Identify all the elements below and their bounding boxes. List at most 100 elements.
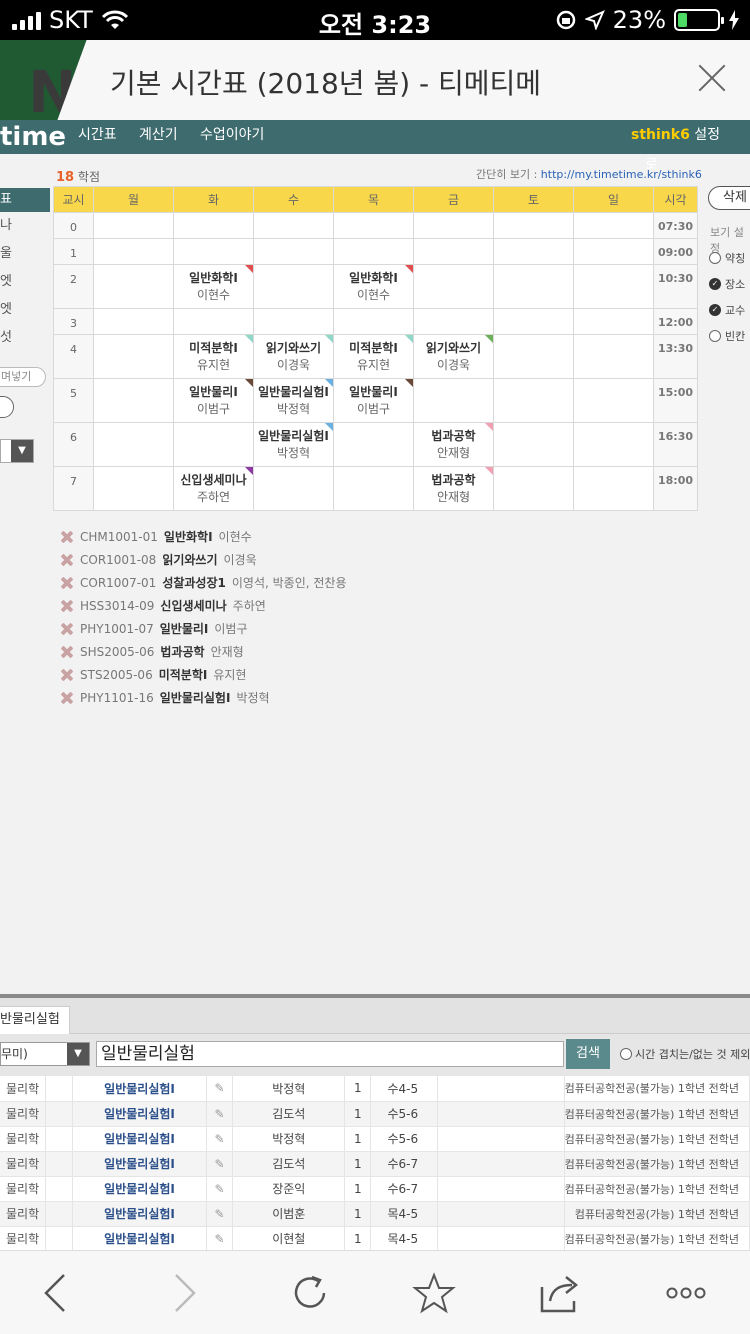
empty-slot[interactable] — [573, 334, 654, 379]
share-icon[interactable] — [538, 1271, 582, 1315]
empty-slot[interactable] — [493, 238, 574, 265]
empty-slot[interactable] — [413, 264, 494, 309]
exclude-overlap-option[interactable]: 시간 겹치는/없는 것 제외 — [620, 1046, 750, 1062]
bookmark-star-icon[interactable] — [412, 1271, 456, 1315]
paste-button[interactable]: 며넣기 — [0, 367, 46, 387]
table-row[interactable]: 물리학 일반물리실험I ✎ 김도석 1 수6-7 컴퓨터공학전공(불가능) 1학년 전학년 — [0, 1151, 750, 1177]
empty-slot[interactable] — [493, 422, 574, 467]
sidebar-item[interactable]: 엣 — [0, 296, 50, 324]
sidebar-item[interactable]: 나 — [0, 212, 50, 240]
category-select[interactable]: 무미) ▼ — [0, 1042, 90, 1066]
pencil-icon[interactable]: ✎ — [206, 1226, 234, 1252]
table-row[interactable]: 물리학 일반물리실험I ✎ 김도석 1 수5-6 컴퓨터공학전공(불가능) 1학년 전학년 — [0, 1101, 750, 1127]
search-button[interactable]: 검색 — [566, 1039, 610, 1069]
share-url[interactable]: http://my.timetime.kr/sthink6 — [541, 168, 702, 181]
empty-slot[interactable] — [253, 466, 334, 511]
nav-calculator[interactable]: 계산기 — [139, 120, 178, 150]
empty-slot[interactable] — [93, 238, 174, 265]
pencil-icon[interactable]: ✎ — [206, 1151, 234, 1177]
empty-slot[interactable] — [493, 334, 574, 379]
course-cell[interactable]: 일반물리I 이범구 — [333, 378, 414, 423]
empty-slot[interactable] — [333, 422, 414, 467]
empty-slot[interactable] — [93, 334, 174, 379]
empty-slot[interactable] — [493, 378, 574, 423]
empty-slot[interactable] — [413, 238, 494, 265]
result-course-name[interactable]: 일반물리실험I — [72, 1176, 207, 1202]
empty-slot[interactable] — [573, 212, 654, 239]
course-cell[interactable]: 법과공학 안재형 — [413, 466, 494, 511]
site-thumbnail[interactable] — [0, 40, 92, 120]
sidebar-item[interactable]: 섯 — [0, 324, 50, 352]
course-cell[interactable]: 읽기와쓰기 이경욱 — [413, 334, 494, 379]
checked-icon[interactable]: ✓ — [709, 278, 721, 290]
empty-slot[interactable] — [573, 238, 654, 265]
delete-button[interactable]: 삭제 — [708, 186, 750, 210]
course-cell[interactable]: 미적분학I 유지현 — [333, 334, 414, 379]
empty-slot[interactable] — [93, 378, 174, 423]
course-cell[interactable]: 일반물리실험I 박정혁 — [253, 422, 334, 467]
remove-icon[interactable] — [60, 691, 74, 705]
empty-slot[interactable] — [173, 238, 254, 265]
pencil-icon[interactable]: ✎ — [206, 1176, 234, 1202]
empty-slot[interactable] — [173, 212, 254, 239]
sidebar-toggle[interactable] — [0, 396, 14, 418]
sidebar-item[interactable]: 울 — [0, 240, 50, 268]
result-course-name[interactable]: 일반물리실험I — [72, 1076, 207, 1102]
reload-icon[interactable] — [288, 1271, 332, 1315]
empty-slot[interactable] — [413, 212, 494, 239]
empty-slot[interactable] — [573, 264, 654, 309]
empty-slot[interactable] — [93, 308, 174, 335]
nav-course-talk[interactable]: 수업이야기 — [200, 120, 264, 150]
empty-slot[interactable] — [333, 212, 414, 239]
course-cell[interactable]: 일반화학I 이현수 — [173, 264, 254, 309]
empty-slot[interactable] — [173, 422, 254, 467]
radio-icon[interactable] — [620, 1048, 632, 1060]
pencil-icon[interactable]: ✎ — [206, 1076, 234, 1102]
empty-slot[interactable] — [493, 264, 574, 309]
empty-slot[interactable] — [333, 466, 414, 511]
table-row[interactable]: 물리학 일반물리실험I ✎ 이범훈 1 목4-5 컴퓨터공학전공(가능) 1학년 전학년 — [0, 1201, 750, 1227]
remove-icon[interactable] — [60, 553, 74, 567]
empty-slot[interactable] — [93, 212, 174, 239]
empty-slot[interactable] — [573, 422, 654, 467]
result-course-name[interactable]: 일반물리실험I — [72, 1226, 207, 1252]
share-link[interactable]: 간단히 보기 : http://my.timetime.kr/sthink6 — [476, 166, 702, 182]
remove-icon[interactable] — [60, 645, 74, 659]
empty-slot[interactable] — [93, 264, 174, 309]
pencil-icon[interactable]: ✎ — [206, 1101, 234, 1127]
remove-icon[interactable] — [60, 668, 74, 682]
course-cell[interactable]: 일반물리실험I 박정혁 — [253, 378, 334, 423]
remove-icon[interactable] — [60, 530, 74, 544]
view-option[interactable]: 약칭 — [709, 250, 745, 266]
empty-slot[interactable] — [93, 422, 174, 467]
course-cell[interactable]: 미적분학I 유지현 — [173, 334, 254, 379]
empty-slot[interactable] — [573, 466, 654, 511]
pencil-icon[interactable]: ✎ — [206, 1126, 234, 1152]
empty-slot[interactable] — [253, 264, 334, 309]
nav-timetable[interactable]: 시간표 — [78, 120, 117, 150]
view-option[interactable]: 빈칸 — [709, 328, 745, 344]
table-row[interactable]: 물리학 일반물리실험I ✎ 장준익 1 수6-7 컴퓨터공학전공(불가능) 1학년 전학년 — [0, 1176, 750, 1202]
empty-slot[interactable] — [93, 466, 174, 511]
table-row[interactable]: 물리학 일반물리실험I ✎ 박정혁 1 수5-6 컴퓨터공학전공(불가능) 1학년 전학년 — [0, 1126, 750, 1152]
empty-slot[interactable] — [493, 212, 574, 239]
result-course-name[interactable]: 일반물리실험I — [72, 1126, 207, 1152]
course-cell[interactable]: 법과공학 안재형 — [413, 422, 494, 467]
course-cell[interactable]: 신입생세미나 주하연 — [173, 466, 254, 511]
radio-icon[interactable] — [709, 330, 721, 342]
empty-slot[interactable] — [333, 308, 414, 335]
empty-slot[interactable] — [573, 308, 654, 335]
empty-slot[interactable] — [253, 212, 334, 239]
sidebar-select[interactable]: ▼ — [0, 439, 34, 463]
forward-icon[interactable] — [162, 1271, 206, 1315]
empty-slot[interactable] — [493, 466, 574, 511]
result-course-name[interactable]: 일반물리실험I — [72, 1101, 207, 1127]
course-cell[interactable]: 일반화학I 이현수 — [333, 264, 414, 309]
course-cell[interactable]: 일반물리I 이범구 — [173, 378, 254, 423]
result-course-name[interactable]: 일반물리실험I — [72, 1151, 207, 1177]
result-course-name[interactable]: 일반물리실험I — [72, 1201, 207, 1227]
sidebar-item[interactable]: 엣 — [0, 268, 50, 296]
view-option[interactable]: ✓ 교수 — [709, 302, 745, 318]
search-tab[interactable]: 반물리실험 — [0, 1006, 70, 1034]
table-row[interactable]: 물리학 일반물리실험I ✎ 박정혁 1 수4-5 컴퓨터공학전공(불가능) 1학년 전학년 — [0, 1076, 750, 1102]
